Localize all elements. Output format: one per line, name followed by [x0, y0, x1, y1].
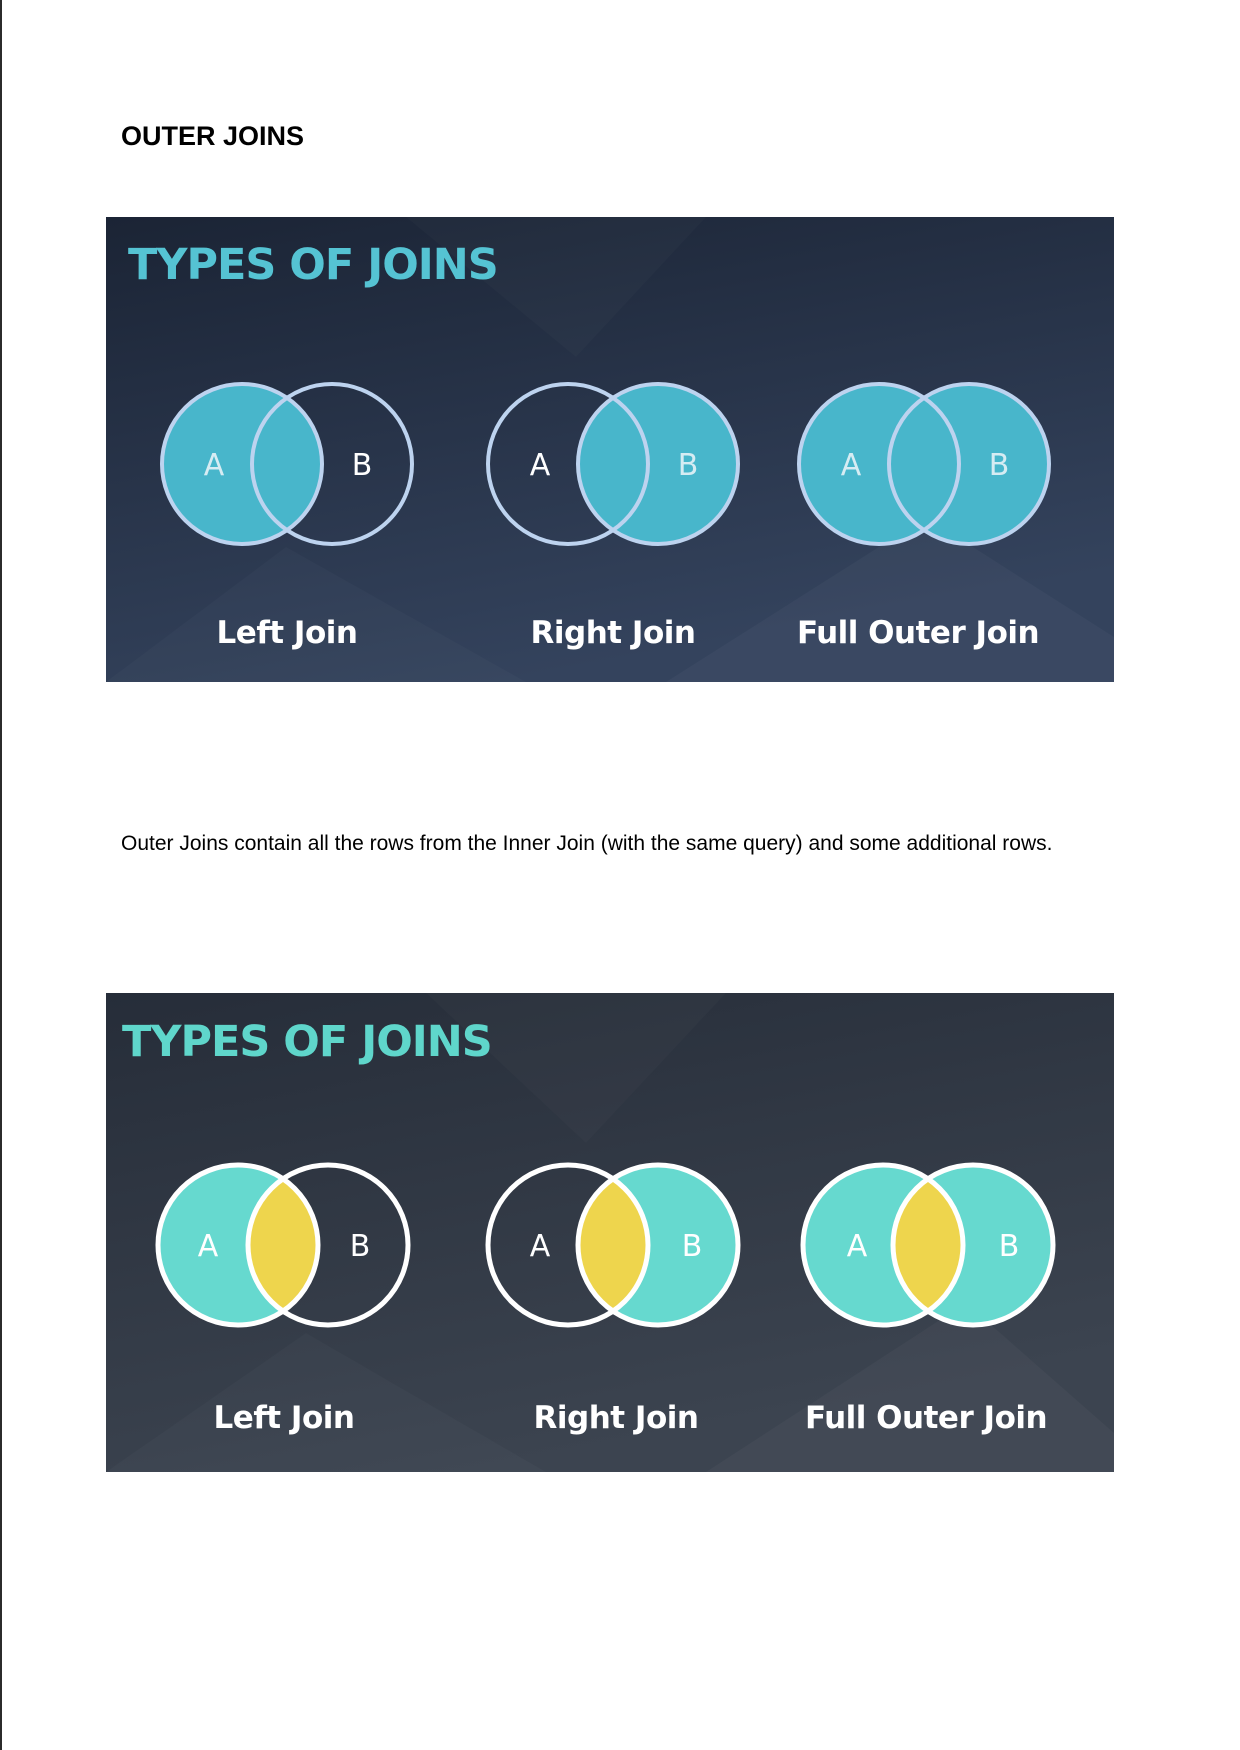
circle-a-letter: A: [530, 1229, 551, 1264]
circle-a-letter: A: [530, 448, 551, 483]
circle-b-letter: B: [350, 1229, 371, 1264]
page-heading: OUTER JOINS: [121, 121, 305, 151]
join-label: Right Join: [531, 615, 696, 651]
slide-title: TYPES OF JOINS: [128, 240, 498, 290]
join-label: Left Join: [217, 615, 358, 651]
join-label: Right Join: [534, 1400, 699, 1436]
slide-1-graphic: TYPES OF JOINS A B Left Join A B Right J…: [106, 217, 1114, 682]
circle-a-letter: A: [841, 448, 862, 483]
page-left-border: [0, 0, 2, 1750]
types-of-joins-slide-2: TYPES OF JOINS A B Left Join A B Right J…: [106, 993, 1114, 1472]
body-paragraph: Outer Joins contain all the rows from th…: [121, 832, 1053, 855]
circle-a-letter: A: [204, 448, 225, 483]
circle-b-letter: B: [999, 1229, 1020, 1264]
join-label: Full Outer Join: [797, 615, 1039, 651]
circle-b-letter: B: [989, 448, 1010, 483]
types-of-joins-slide-1: TYPES OF JOINS A B Left Join A B Right J…: [106, 217, 1114, 682]
slide-2-graphic: TYPES OF JOINS A B Left Join A B Right J…: [106, 993, 1114, 1472]
circle-b-letter: B: [682, 1229, 703, 1264]
circle-b-letter: B: [678, 448, 699, 483]
slide-title: TYPES OF JOINS: [122, 1017, 492, 1067]
circle-b-letter: B: [352, 448, 373, 483]
circle-a-letter: A: [198, 1229, 219, 1264]
join-label: Full Outer Join: [805, 1400, 1047, 1436]
circle-a-letter: A: [847, 1229, 868, 1264]
join-label: Left Join: [214, 1400, 355, 1436]
